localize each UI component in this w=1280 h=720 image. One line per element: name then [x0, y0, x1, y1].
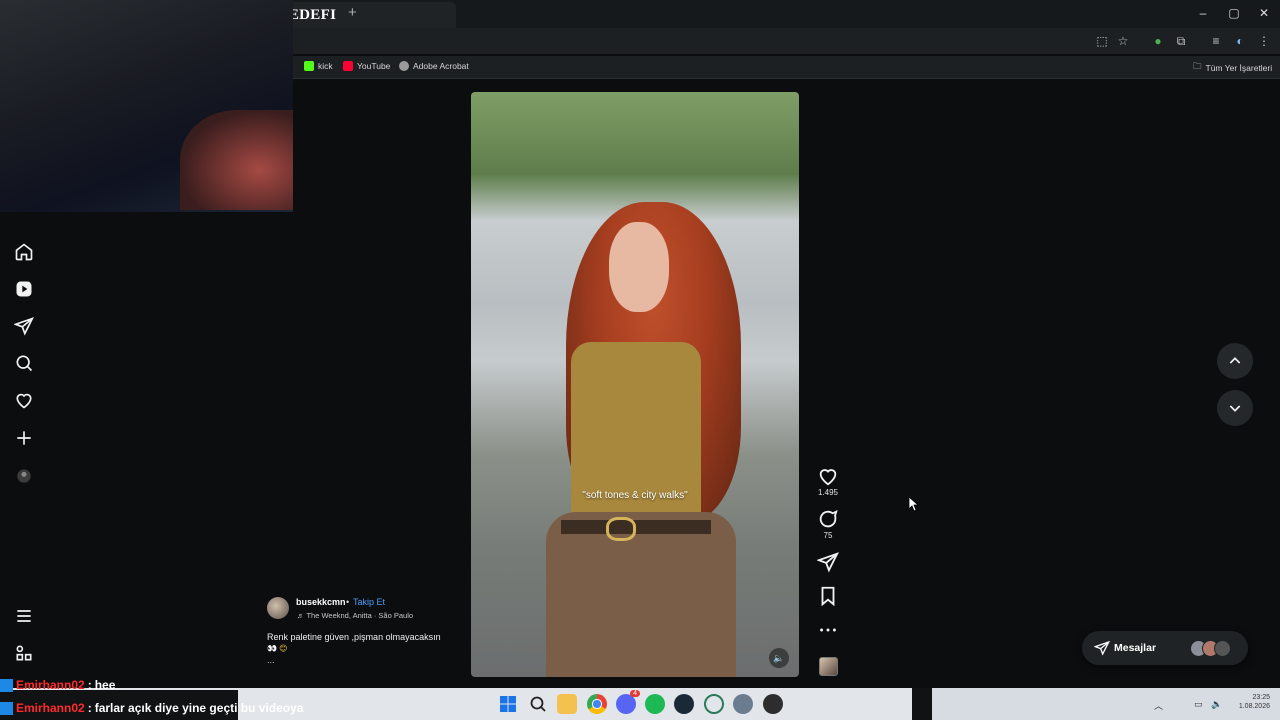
messages-label: Mesajlar: [1114, 642, 1157, 654]
install-app-icon[interactable]: ⬚: [1094, 33, 1110, 49]
subject-face: [609, 222, 669, 312]
chat-username: Emirhann02: [16, 701, 85, 715]
profile-avatar[interactable]: [14, 466, 34, 486]
post-caption: Renk paletine güven ,pişman olmayacaksın: [267, 632, 441, 642]
chrome-icon[interactable]: [587, 694, 607, 714]
volume-icon[interactable]: 🔈: [1211, 699, 1222, 710]
new-tab-button[interactable]: +: [348, 4, 357, 21]
next-reel-button[interactable]: [1217, 390, 1253, 426]
clock-date: 1.08.2026: [1238, 703, 1270, 710]
comment-count: 75: [823, 531, 833, 540]
youtube-icon: [343, 61, 353, 71]
profile-icon[interactable]: ◐: [1232, 33, 1248, 49]
minimize-button[interactable]: –: [1191, 6, 1215, 20]
separator-dot: •: [346, 597, 350, 607]
media-control-icon[interactable]: ≡: [1208, 33, 1224, 49]
chat-username: Emirhann02: [16, 678, 85, 692]
network-icon[interactable]: ▭: [1194, 699, 1203, 710]
direct-icon[interactable]: [13, 316, 34, 336]
reels-icon[interactable]: [14, 279, 34, 299]
chat-message: Emirhann02 : hee: [0, 677, 115, 693]
author-avatar[interactable]: [267, 597, 289, 619]
message-avatar: [1214, 640, 1231, 657]
like-icon[interactable]: [817, 465, 839, 487]
file-explorer-icon[interactable]: [557, 694, 577, 714]
extensions-puzzle-icon[interactable]: ⧉: [1173, 33, 1189, 49]
more-options-icon[interactable]: [817, 619, 839, 641]
search-icon[interactable]: [528, 694, 548, 714]
follow-button[interactable]: Takip Et: [353, 597, 385, 607]
address-bar[interactable]: [292, 28, 1280, 54]
spotify-icon[interactable]: [645, 694, 665, 714]
mouse-cursor: [909, 497, 919, 512]
steam-icon[interactable]: [674, 694, 694, 714]
link-app-icon[interactable]: [704, 694, 724, 714]
chat-badge-icon: [0, 701, 13, 715]
share-icon[interactable]: [816, 551, 839, 573]
reel-overlay-text: "soft tones & city walks": [582, 490, 688, 501]
music-info[interactable]: ♬ The Weeknd, Anitta · São Paulo: [297, 611, 413, 620]
messages-button[interactable]: Mesajlar: [1082, 631, 1248, 665]
save-icon[interactable]: [817, 585, 839, 607]
more-apps-icon[interactable]: [14, 643, 34, 663]
clock-time: 23:25: [1252, 694, 1270, 701]
taskbar-divider: [912, 688, 932, 720]
author-username[interactable]: busekkcmn: [296, 597, 346, 607]
chat-text: farlar açık diye yine geçti bu videoya: [94, 701, 304, 715]
direct-icon: [1093, 640, 1110, 656]
mute-icon[interactable]: 🔈: [769, 648, 789, 668]
create-icon[interactable]: [14, 428, 34, 448]
system-clock[interactable]: 23:25 1.08.2026: [1232, 693, 1270, 711]
discord-badge: 4: [630, 690, 640, 697]
reel-video[interactable]: "soft tones & city walks": [471, 92, 799, 677]
extension-shield-icon[interactable]: ●: [1150, 33, 1166, 49]
previous-reel-button[interactable]: [1217, 343, 1253, 379]
webcam-overlay: [0, 0, 293, 212]
bookmark-adobe-acrobat[interactable]: Adobe Acrobat: [399, 61, 469, 71]
windows-start-icon[interactable]: [498, 694, 518, 714]
tray-overflow-icon[interactable]: ︿: [1154, 699, 1163, 712]
bookmark-star-icon[interactable]: ☆: [1115, 33, 1131, 49]
all-bookmarks[interactable]: 🗀 Tüm Yer İşaretleri: [1193, 61, 1272, 75]
search-icon[interactable]: [14, 353, 34, 373]
kick-icon: [304, 61, 314, 71]
caption-emoji: 👀 😊: [267, 644, 288, 653]
audio-thumbnail[interactable]: [819, 657, 838, 676]
subject-pants: [546, 512, 736, 677]
obs-icon[interactable]: [763, 694, 783, 714]
bookmark-youtube[interactable]: YouTube: [343, 61, 390, 71]
browser-menu-icon[interactable]: ⋮: [1256, 33, 1272, 49]
acrobat-icon: [399, 61, 409, 71]
comment-icon[interactable]: [817, 508, 839, 530]
menu-icon[interactable]: [14, 606, 34, 626]
folder-icon: 🗀: [1193, 61, 1202, 71]
close-button[interactable]: ✕: [1252, 6, 1276, 20]
maximize-button[interactable]: ▢: [1222, 6, 1246, 20]
subject-buckle: [606, 517, 636, 541]
discord-icon[interactable]: 4: [616, 690, 640, 714]
home-icon[interactable]: [14, 242, 34, 262]
bookmark-kick[interactable]: kick: [304, 61, 333, 71]
settings-gear-icon[interactable]: [733, 694, 753, 714]
like-count: 1.495: [817, 488, 839, 497]
caption-more-button[interactable]: ...: [267, 655, 275, 665]
streamer-face: [180, 110, 293, 210]
heart-icon[interactable]: [14, 390, 34, 410]
chat-text: hee: [94, 678, 116, 692]
subject-belt: [561, 520, 711, 534]
chat-badge-icon: [0, 678, 13, 692]
chat-message: Emirhann02 : farlar açık diye yine geçti…: [0, 700, 303, 716]
